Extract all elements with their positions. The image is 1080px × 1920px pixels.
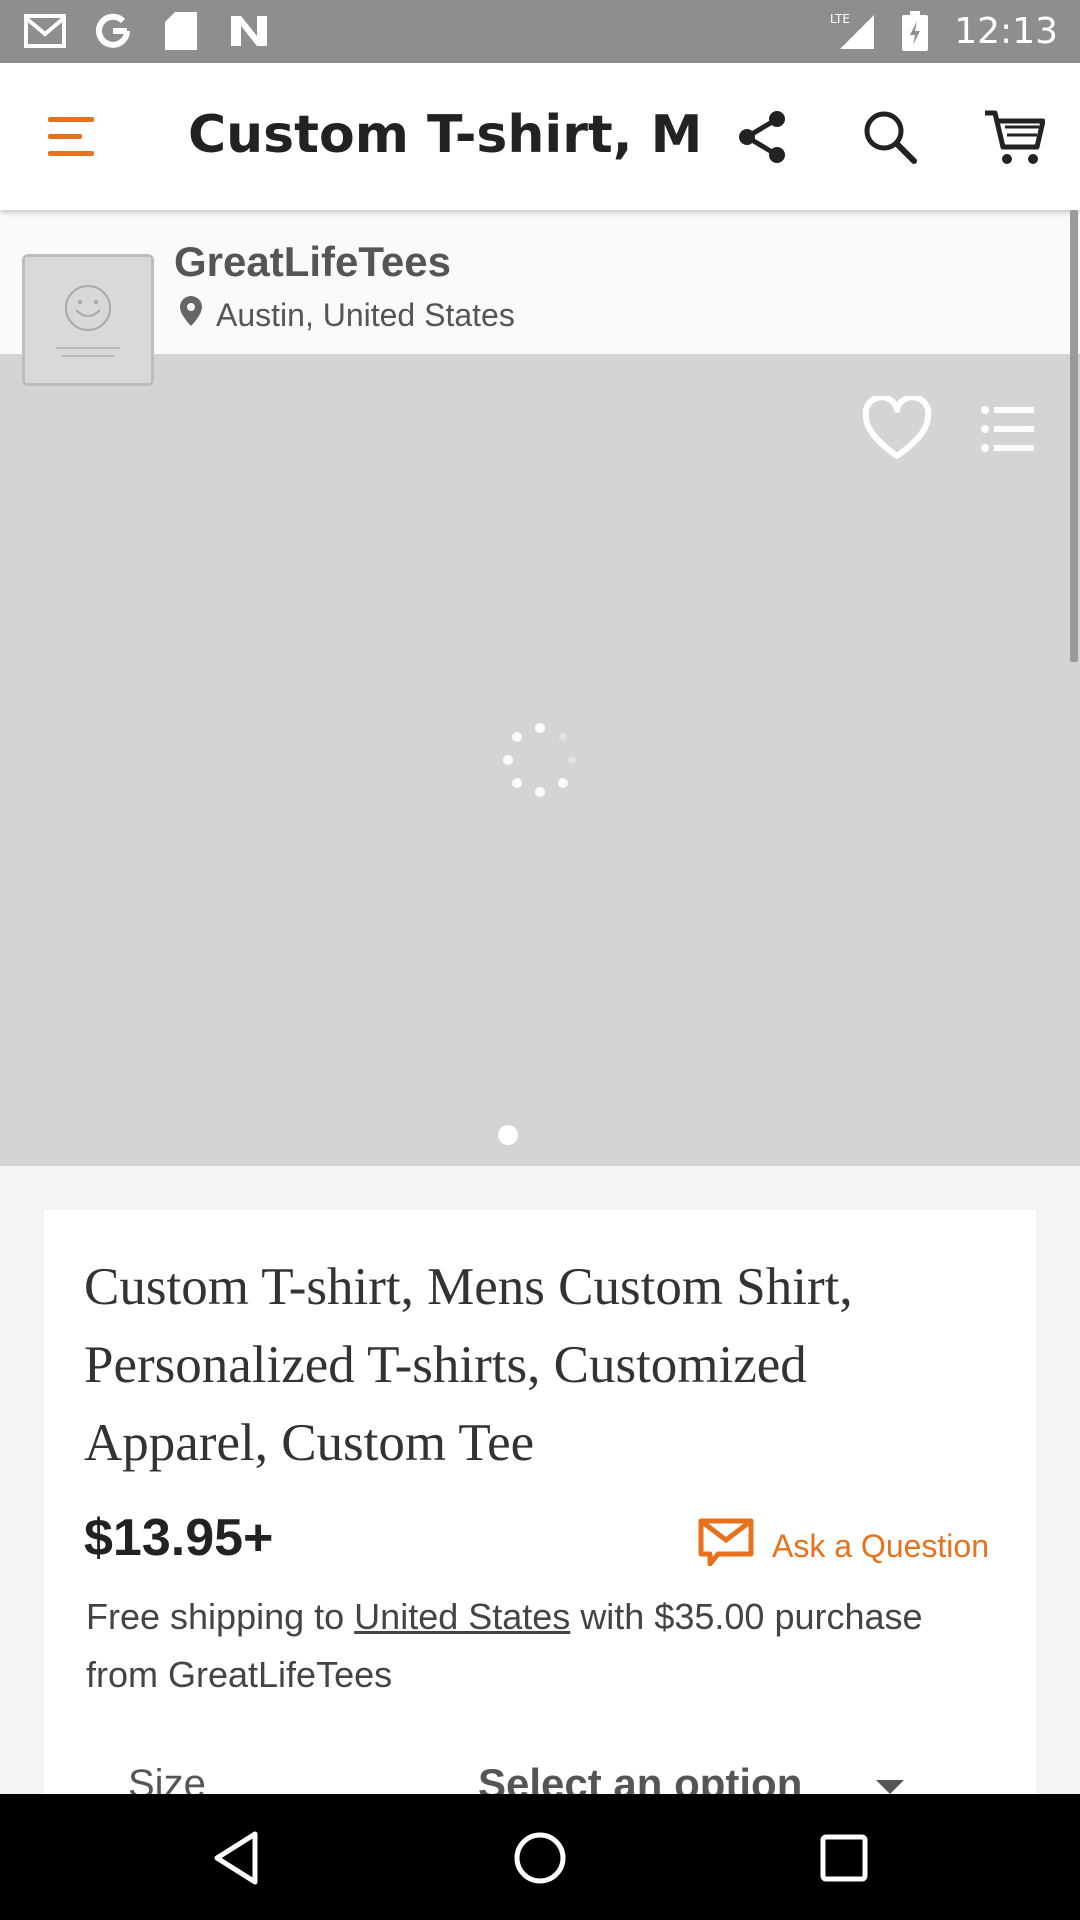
location-pin-icon	[180, 296, 202, 334]
favorite-heart-icon[interactable]	[862, 394, 932, 462]
shop-location: Austin, United States	[180, 296, 515, 334]
news-icon	[226, 8, 272, 54]
status-bar: LTE 12:13	[0, 0, 1080, 63]
recents-icon[interactable]	[808, 1822, 880, 1894]
share-icon[interactable]	[727, 101, 799, 173]
add-to-list-icon[interactable]	[980, 404, 1036, 454]
ask-question-button[interactable]: Ask a Question	[698, 1518, 989, 1574]
app-toolbar: Custom T-shirt, M...	[0, 63, 1080, 210]
product-title: Custom T-shirt, Mens Custom Shirt, Perso…	[84, 1258, 853, 1472]
gmail-icon	[22, 8, 68, 54]
shop-location-text: Austin, United States	[216, 296, 515, 333]
home-icon[interactable]	[504, 1822, 576, 1894]
scrollbar[interactable]	[1070, 210, 1078, 662]
chevron-down-icon[interactable]	[876, 1780, 904, 1794]
battery-charging-icon	[892, 8, 938, 54]
sd-card-icon	[158, 8, 204, 54]
signal-icon: LTE	[830, 8, 876, 54]
shipping-prefix: Free shipping to	[86, 1596, 345, 1637]
search-icon[interactable]	[854, 101, 926, 173]
loading-spinner-icon	[500, 720, 580, 800]
shop-name[interactable]: GreatLifeTees	[174, 238, 451, 286]
shipping-info: Free shipping to United States with $35.…	[86, 1588, 966, 1704]
system-nav-bar	[0, 1794, 1080, 1920]
clock: 12:13	[954, 10, 1058, 52]
shop-header[interactable]	[0, 210, 1080, 354]
page-title: Custom T-shirt, M...	[188, 105, 698, 165]
shipping-country-link[interactable]: United States	[354, 1596, 570, 1637]
ask-question-label: Ask a Question	[772, 1527, 989, 1564]
shop-avatar[interactable]	[22, 254, 154, 386]
product-price: $13.95+	[84, 1509, 274, 1567]
menu-icon[interactable]	[44, 111, 100, 163]
back-icon[interactable]	[200, 1822, 272, 1894]
gallery-page-indicator	[498, 1125, 518, 1145]
google-icon	[90, 8, 136, 54]
envelope-icon	[698, 1518, 754, 1574]
svg-text:LTE: LTE	[830, 12, 850, 26]
cart-icon[interactable]	[978, 101, 1050, 173]
